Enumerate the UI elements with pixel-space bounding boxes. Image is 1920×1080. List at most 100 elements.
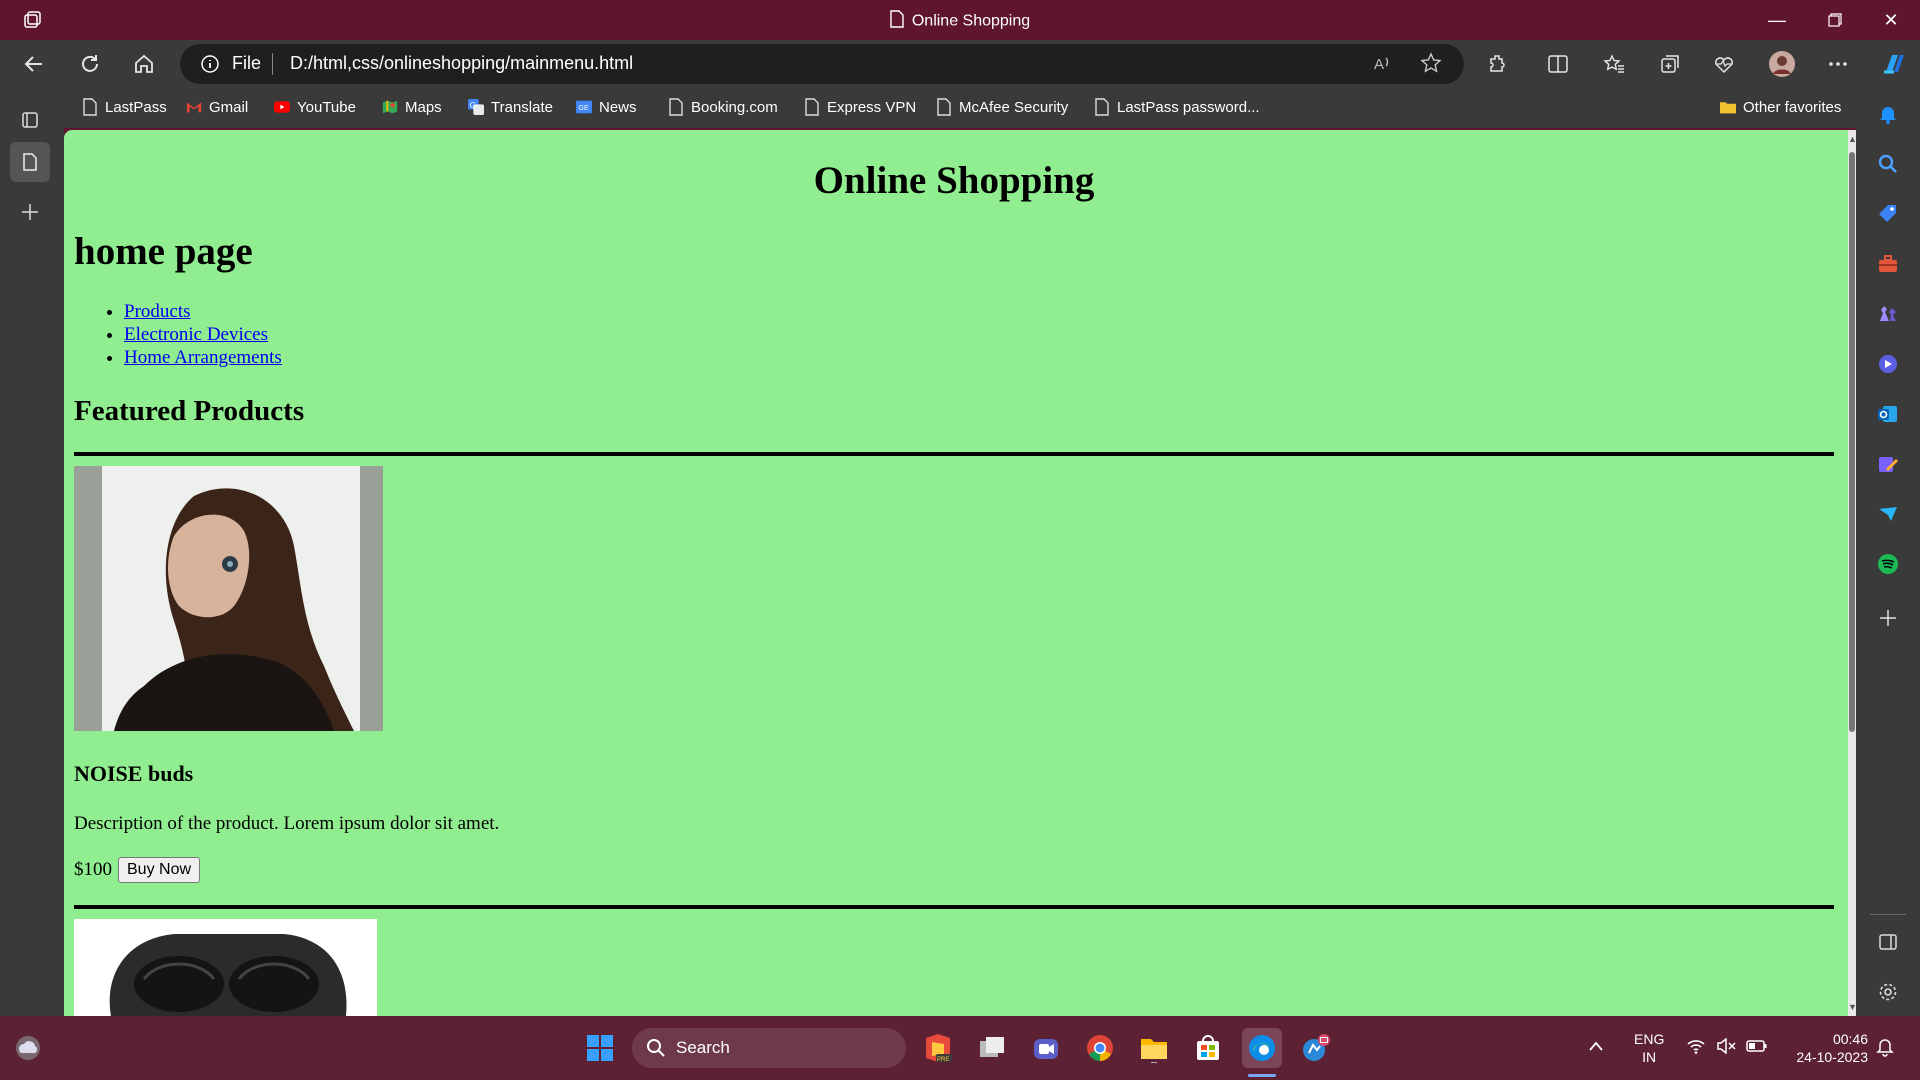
start-button[interactable] <box>580 1028 620 1068</box>
favorite-lastpass-password[interactable]: LastPass password... <box>1094 98 1260 116</box>
copilot-icon[interactable] <box>1876 46 1912 82</box>
buy-now-button[interactable]: Buy Now <box>118 857 201 883</box>
product-description: Description of the product. Lorem ipsum … <box>74 813 500 834</box>
mail-icon[interactable] <box>1296 1028 1336 1068</box>
scroll-down-arrow-icon[interactable]: ▼ <box>1848 1002 1857 1012</box>
profile-avatar[interactable] <box>1764 46 1800 82</box>
minimize-button[interactable]: — <box>1748 0 1806 40</box>
favorite-news[interactable]: GE News <box>576 98 637 116</box>
nav-link-products[interactable]: Products <box>124 301 191 322</box>
send-icon[interactable] <box>1870 496 1906 532</box>
more-options-icon[interactable] <box>1820 46 1856 82</box>
search-sidebar-icon[interactable] <box>1870 146 1906 182</box>
taskbar-search[interactable]: Search <box>632 1028 906 1068</box>
favorite-booking[interactable]: Booking.com <box>668 98 778 116</box>
nav-link-home-arrangements[interactable]: Home Arrangements <box>124 347 282 368</box>
page-viewport: Online Shopping home page Products Elect… <box>64 130 1856 1016</box>
youtube-icon <box>274 98 290 116</box>
divider <box>74 452 1834 456</box>
scrollbar-thumb[interactable] <box>1849 152 1855 732</box>
url-text[interactable]: D:/html,css/onlineshopping/mainmenu.html <box>290 53 633 74</box>
page-icon <box>936 98 952 116</box>
notification-bell-icon[interactable] <box>1876 1037 1894 1061</box>
copilot-sidebar-icon[interactable] <box>1870 346 1906 382</box>
edge-sidebar <box>1856 88 1920 1016</box>
games-icon[interactable] <box>1870 296 1906 332</box>
language-indicator[interactable]: ENG IN <box>1634 1030 1664 1066</box>
home-button[interactable] <box>126 46 162 82</box>
page-icon <box>804 98 820 116</box>
chrome-icon[interactable] <box>1080 1028 1120 1068</box>
hide-sidebar-icon[interactable] <box>1870 924 1906 960</box>
split-screen-icon[interactable] <box>1540 46 1576 82</box>
site-info-icon[interactable] <box>200 54 220 79</box>
product-price: $100 <box>74 859 112 880</box>
other-favorites-folder[interactable]: Other favorites <box>1720 98 1841 116</box>
favorites-icon[interactable] <box>1596 46 1632 82</box>
office-pre-icon[interactable]: PRE <box>918 1028 958 1068</box>
scroll-up-arrow-icon[interactable]: ▲ <box>1848 134 1857 144</box>
collections-icon[interactable] <box>1652 46 1688 82</box>
nav-link-electronic-devices[interactable]: Electronic Devices <box>124 324 268 345</box>
weather-icon[interactable] <box>8 1028 48 1068</box>
clock-date: 24-10-2023 <box>1796 1049 1868 1065</box>
favorite-lastpass[interactable]: LastPass <box>82 98 167 116</box>
page-scrollbar[interactable]: ▲ ▼ <box>1848 130 1857 1016</box>
favorite-label: Express VPN <box>827 98 917 116</box>
favorite-mcafee[interactable]: McAfee Security <box>936 98 1068 116</box>
read-aloud-icon[interactable]: A <box>1372 52 1394 79</box>
page-icon <box>668 98 684 116</box>
designer-icon[interactable] <box>1870 446 1906 482</box>
favorite-express-vpn[interactable]: Express VPN <box>804 98 916 116</box>
window-title: Online Shopping <box>911 12 1031 30</box>
tab-online-shopping[interactable] <box>10 142 50 182</box>
page-icon <box>82 98 98 116</box>
microsoft-store-icon[interactable] <box>1188 1028 1228 1068</box>
notifications-icon[interactable] <box>1870 96 1906 132</box>
volume-muted-icon[interactable] <box>1716 1037 1736 1058</box>
edge-icon[interactable] <box>1242 1028 1282 1068</box>
close-button[interactable]: ✕ <box>1862 0 1920 40</box>
clock-time: 00:46 <box>1832 1031 1868 1047</box>
favorite-label: YouTube <box>297 98 356 116</box>
clock[interactable]: 00:46 24-10-2023 <box>1784 1030 1868 1066</box>
favorite-youtube[interactable]: YouTube <box>274 98 356 116</box>
add-sidebar-app-icon[interactable] <box>1870 600 1906 636</box>
back-button[interactable] <box>16 46 52 82</box>
new-tab-button[interactable] <box>10 192 50 232</box>
vertical-tabs-rail <box>0 88 64 1016</box>
wifi-icon[interactable] <box>1686 1038 1706 1058</box>
tab-manager-icon[interactable] <box>10 100 50 140</box>
favorite-translate[interactable]: G Translate <box>468 98 553 116</box>
extensions-icon[interactable] <box>1480 46 1516 82</box>
favorite-label: Maps <box>405 98 442 116</box>
favorite-star-icon[interactable] <box>1420 52 1442 79</box>
page-subtitle: home page <box>74 230 253 273</box>
favorite-maps[interactable]: Maps <box>382 98 442 116</box>
settings-gear-icon[interactable] <box>1870 974 1906 1010</box>
maximize-button[interactable] <box>1806 0 1864 40</box>
other-favorites-label: Other favorites <box>1743 98 1842 116</box>
region-code: IN <box>1642 1049 1657 1065</box>
scheme-label: File <box>232 53 262 73</box>
page-icon <box>1094 98 1110 116</box>
list-item: Home Arrangements <box>124 346 1834 369</box>
tools-icon[interactable] <box>1870 246 1906 282</box>
teams-meet-icon[interactable] <box>1026 1028 1066 1068</box>
news-icon: GE <box>576 98 592 116</box>
favorite-gmail[interactable]: Gmail <box>186 98 248 116</box>
product-image <box>74 919 377 1016</box>
product-image <box>74 466 383 731</box>
show-hidden-icons-chevron-icon[interactable] <box>1588 1038 1604 1056</box>
battery-icon[interactable] <box>1746 1039 1768 1057</box>
favorite-label: LastPass <box>105 98 167 116</box>
spotify-icon[interactable] <box>1870 546 1906 582</box>
translate-icon: G <box>468 98 484 116</box>
address-bar[interactable]: File D:/html,css/onlineshopping/mainmenu… <box>180 44 1464 84</box>
task-view-icon[interactable] <box>972 1028 1012 1068</box>
file-explorer-icon[interactable] <box>1134 1028 1174 1068</box>
outlook-icon[interactable] <box>1870 396 1906 432</box>
refresh-button[interactable] <box>72 46 108 82</box>
shopping-tag-icon[interactable] <box>1870 196 1906 232</box>
browser-essentials-icon[interactable] <box>1706 46 1742 82</box>
